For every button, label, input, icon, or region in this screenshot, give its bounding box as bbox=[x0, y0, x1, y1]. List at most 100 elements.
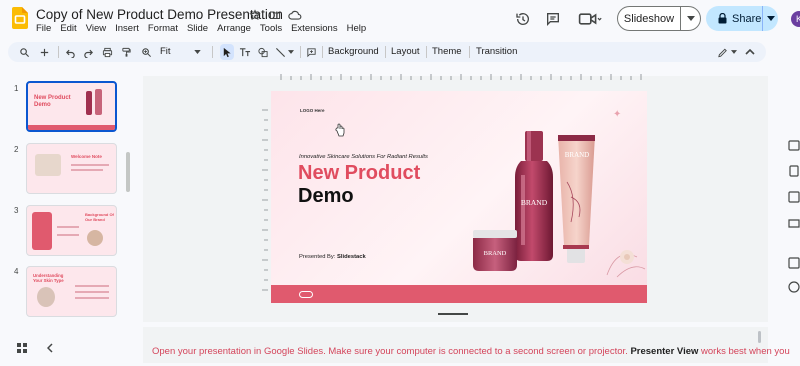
document-title[interactable]: Copy of New Product Demo Presentation bbox=[36, 7, 283, 22]
toolbar-divider bbox=[212, 46, 213, 58]
thumbnail-bar bbox=[28, 125, 115, 130]
menu-view[interactable]: View bbox=[86, 23, 106, 34]
slide-number: 3 bbox=[14, 206, 19, 215]
slide-footer-bar bbox=[271, 285, 647, 303]
toolbar-divider bbox=[322, 46, 323, 58]
slide-headline-line1[interactable]: New Product bbox=[298, 162, 420, 185]
presenter-notice-text: Open your presentation in Google Slides.… bbox=[152, 346, 790, 357]
slide-1-canvas[interactable]: LOGO Here ✦ Innovative Skincare Solution… bbox=[271, 91, 647, 303]
move-folder-icon[interactable] bbox=[268, 8, 282, 22]
menu-help[interactable]: Help bbox=[347, 23, 367, 34]
slide-logo-text[interactable]: LOGO Here bbox=[300, 108, 325, 113]
transition-button[interactable]: Transition bbox=[476, 46, 517, 57]
keep-icon[interactable] bbox=[788, 164, 800, 177]
history-icon[interactable] bbox=[515, 11, 531, 27]
share-main[interactable]: Share bbox=[706, 13, 762, 25]
chevron-down-icon[interactable] bbox=[192, 45, 202, 59]
shape-icon[interactable] bbox=[256, 45, 270, 59]
thumbnail-text-line bbox=[57, 226, 79, 228]
theme-button[interactable]: Theme bbox=[432, 46, 462, 57]
slide-thumbnail-4[interactable]: Understanding Your Skin Type bbox=[26, 266, 117, 317]
chevron-down-icon[interactable] bbox=[730, 45, 738, 59]
title-icons bbox=[248, 8, 302, 22]
slide-thumbnail-2[interactable]: Welcome Note bbox=[26, 143, 117, 194]
collapse-filmstrip-icon[interactable] bbox=[46, 340, 53, 358]
select-pointer-icon[interactable] bbox=[221, 45, 233, 59]
slide-tagline[interactable]: Innovative Skincare Solutions For Radian… bbox=[299, 154, 428, 160]
grid-view-icon[interactable] bbox=[17, 340, 27, 358]
add-comment-icon[interactable] bbox=[305, 45, 317, 59]
thumbnail-portrait bbox=[37, 287, 55, 307]
maps-icon[interactable] bbox=[788, 256, 800, 269]
undo-icon[interactable] bbox=[64, 45, 76, 59]
notes-resize-handle[interactable] bbox=[438, 313, 468, 315]
tube-brand-text: BRAND bbox=[565, 151, 590, 159]
collapse-toolbar-icon[interactable] bbox=[744, 45, 756, 59]
presenter-name: Slidestack bbox=[337, 254, 366, 260]
add-ons-icon[interactable] bbox=[788, 280, 800, 293]
thumbnail-title: Welcome Note bbox=[71, 154, 102, 159]
google-slides-icon[interactable] bbox=[12, 7, 28, 29]
thumbnail-title: New Product Demo bbox=[34, 95, 71, 108]
slideshow-button[interactable]: Slideshow bbox=[617, 6, 701, 31]
chevron-down-icon[interactable] bbox=[681, 16, 700, 21]
thumbnail-text-line bbox=[71, 164, 109, 166]
zoom-icon[interactable] bbox=[140, 45, 152, 59]
thumbnail-text-line bbox=[75, 291, 109, 293]
paint-format-icon[interactable] bbox=[120, 45, 132, 59]
layout-button[interactable]: Layout bbox=[391, 46, 420, 57]
star-icon[interactable] bbox=[248, 8, 262, 22]
menu-insert[interactable]: Insert bbox=[115, 23, 139, 34]
jar-brand-text: BRAND bbox=[484, 250, 507, 257]
line-icon[interactable] bbox=[274, 45, 286, 59]
notes-scrollbar[interactable] bbox=[758, 331, 761, 343]
thumbnail-text-line bbox=[71, 169, 103, 171]
text-box-icon[interactable] bbox=[238, 45, 252, 59]
avatar[interactable]: K bbox=[791, 11, 800, 27]
calendar-icon[interactable] bbox=[788, 138, 800, 151]
presenter-view-notice: Open your presentation in Google Slides.… bbox=[143, 327, 790, 363]
arrow-button-shape[interactable] bbox=[299, 291, 313, 298]
redo-icon[interactable] bbox=[82, 45, 94, 59]
side-panel-rail bbox=[786, 120, 800, 300]
toolbar-divider bbox=[58, 46, 59, 58]
slide-headline-line2[interactable]: Demo bbox=[298, 185, 354, 208]
menu-edit[interactable]: Edit bbox=[60, 23, 76, 34]
sparkle-icon: ✦ bbox=[613, 109, 622, 120]
cloud-status-icon[interactable] bbox=[288, 8, 302, 22]
product-image[interactable]: BRAND BRAND BRAND bbox=[467, 127, 647, 285]
slide-thumbnail-3[interactable]: Background Of Our Brand bbox=[26, 205, 117, 256]
menu-file[interactable]: File bbox=[36, 23, 51, 34]
filmstrip-footer bbox=[0, 330, 136, 360]
share-button[interactable]: Share bbox=[706, 6, 778, 31]
slide-number: 4 bbox=[14, 267, 19, 276]
slide-thumbnail-1[interactable]: New Product Demo bbox=[26, 81, 117, 132]
thumbnail-bottle bbox=[86, 91, 92, 115]
contacts-icon[interactable] bbox=[788, 216, 800, 228]
chevron-down-icon[interactable] bbox=[762, 6, 778, 31]
menu-slide[interactable]: Slide bbox=[187, 23, 208, 34]
new-slide-icon[interactable] bbox=[38, 45, 50, 59]
thumbnail-jar bbox=[87, 230, 103, 246]
chevron-down-icon[interactable] bbox=[287, 45, 295, 59]
background-button[interactable]: Background bbox=[328, 46, 379, 57]
slide-presented-by[interactable]: Presented By: Slidestack bbox=[299, 254, 366, 260]
meet-icon[interactable] bbox=[578, 11, 602, 27]
slideshow-label: Slideshow bbox=[623, 12, 675, 25]
comment-icon[interactable] bbox=[545, 11, 561, 27]
tasks-icon[interactable] bbox=[788, 190, 800, 203]
zoom-select[interactable]: Fit bbox=[160, 46, 171, 57]
slide-number: 1 bbox=[14, 84, 19, 93]
search-menus-icon[interactable] bbox=[18, 45, 30, 59]
toolbar-divider bbox=[300, 46, 301, 58]
horizontal-ruler bbox=[280, 74, 642, 80]
filmstrip-scrollbar[interactable] bbox=[126, 152, 130, 192]
menu-tools[interactable]: Tools bbox=[260, 23, 282, 34]
thumbnail-title: Background Of Our Brand bbox=[85, 212, 114, 222]
menu-extensions[interactable]: Extensions bbox=[291, 23, 337, 34]
menu-arrange[interactable]: Arrange bbox=[217, 23, 251, 34]
menu-format[interactable]: Format bbox=[148, 23, 178, 34]
slide-number: 2 bbox=[14, 145, 19, 154]
print-icon[interactable] bbox=[101, 45, 113, 59]
editing-mode-icon[interactable] bbox=[716, 45, 730, 59]
